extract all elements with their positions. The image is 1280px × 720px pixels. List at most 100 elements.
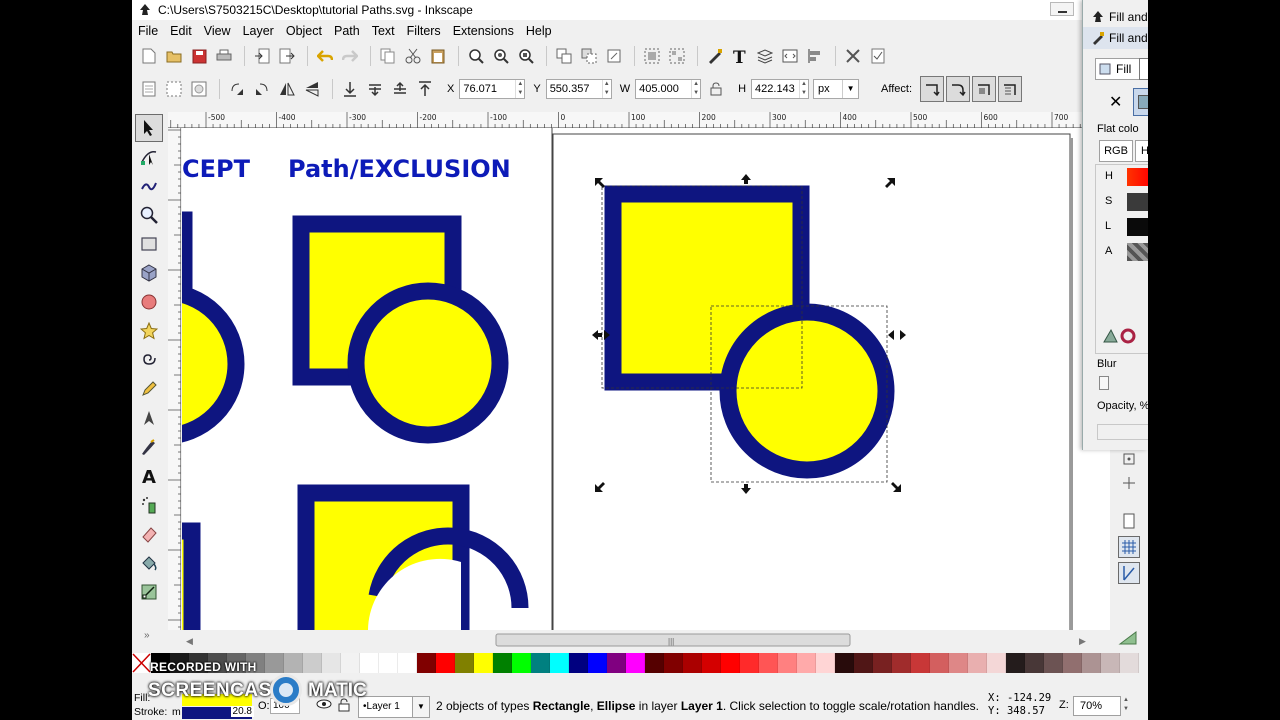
minimize-button[interactable]	[1050, 2, 1074, 16]
layers-dialog-icon[interactable]	[754, 45, 776, 67]
deselect-icon[interactable]	[188, 78, 210, 100]
node-tool-icon[interactable]	[135, 143, 163, 171]
zoom-tool-icon[interactable]	[135, 201, 163, 229]
palette-swatch[interactable]	[968, 653, 987, 673]
example-circle[interactable]	[347, 282, 509, 444]
raise-to-top-icon[interactable]	[414, 78, 436, 100]
fill-indicator[interactable]	[182, 694, 252, 706]
select-all-layers-icon[interactable]	[163, 78, 185, 100]
palette-swatch[interactable]	[1044, 653, 1063, 673]
dialog-title-2[interactable]: Fill and	[1083, 27, 1148, 49]
selected-ellipse[interactable]	[719, 303, 895, 479]
save-icon[interactable]	[188, 45, 210, 67]
pencil-tool-icon[interactable]	[135, 375, 163, 403]
menu-view[interactable]: View	[198, 21, 237, 41]
no-paint-swatch[interactable]	[132, 653, 151, 673]
flat-color-button[interactable]	[1133, 88, 1148, 116]
open-folder-icon[interactable]	[163, 45, 185, 67]
palette-swatch[interactable]	[683, 653, 702, 673]
zoom-selection-icon[interactable]	[465, 45, 487, 67]
palette-swatch[interactable]	[816, 653, 835, 673]
palette-swatch[interactable]	[588, 653, 607, 673]
drawing-canvas[interactable]: CEPT Path/EXCLUSION	[182, 128, 1110, 630]
chevron-down-icon[interactable]: ▼	[412, 696, 430, 718]
tab-hsl[interactable]: H	[1135, 140, 1148, 162]
palette-swatch[interactable]	[721, 653, 740, 673]
layer-lock-icon[interactable]	[338, 698, 350, 715]
copy-icon[interactable]	[377, 45, 399, 67]
snap-grid-icon[interactable]	[1118, 536, 1140, 558]
menu-object[interactable]: Object	[280, 21, 328, 41]
x-input[interactable]: 76.071 ▲ ▼	[459, 79, 526, 99]
export-icon[interactable]	[276, 45, 298, 67]
palette-swatch[interactable]	[930, 653, 949, 673]
unit-select[interactable]: px ▼	[813, 79, 860, 99]
palette-swatch[interactable]	[265, 653, 284, 673]
flip-horizontal-icon[interactable]	[276, 78, 298, 100]
select-all-icon[interactable]	[138, 78, 160, 100]
more-tools-icon[interactable]: »	[144, 630, 150, 641]
palette-swatch[interactable]	[1082, 653, 1101, 673]
palette-swatch[interactable]	[417, 653, 436, 673]
menu-help[interactable]: Help	[520, 21, 558, 41]
h-spinner[interactable]: ▲ ▼	[799, 80, 808, 98]
lightness-slider[interactable]	[1127, 218, 1148, 236]
alpha-slider[interactable]	[1127, 243, 1148, 261]
menu-text[interactable]: Text	[366, 21, 401, 41]
snap-node-icon[interactable]	[1118, 448, 1140, 470]
document-properties-icon[interactable]	[867, 45, 889, 67]
import-icon[interactable]	[251, 45, 273, 67]
palette-swatch[interactable]	[398, 653, 417, 673]
palette-swatch[interactable]	[1025, 653, 1044, 673]
calligraphy-tool-icon[interactable]	[135, 433, 163, 461]
rotate-cw-icon[interactable]	[251, 78, 273, 100]
palette-swatch[interactable]	[531, 653, 550, 673]
palette-swatch[interactable]	[360, 653, 379, 673]
saturation-slider[interactable]	[1127, 193, 1148, 211]
align-dialog-icon[interactable]	[804, 45, 826, 67]
xml-editor-icon[interactable]	[779, 45, 801, 67]
palette-swatch[interactable]	[170, 653, 189, 673]
palette-swatch[interactable]	[607, 653, 626, 673]
text-font-dialog-icon[interactable]: T	[729, 45, 751, 67]
y-spinner[interactable]: ▲ ▼	[601, 80, 611, 98]
text-tool-icon[interactable]: A	[135, 462, 163, 490]
raise-icon[interactable]	[389, 78, 411, 100]
unlink-clone-icon[interactable]	[603, 45, 625, 67]
palette-swatch[interactable]	[151, 653, 170, 673]
eraser-tool-icon[interactable]	[135, 520, 163, 548]
tab-rgb[interactable]: RGB	[1099, 140, 1133, 162]
spray-tool-icon[interactable]	[135, 491, 163, 519]
lower-to-bottom-icon[interactable]	[339, 78, 361, 100]
color-wheel-icon[interactable]	[1103, 328, 1137, 347]
menu-path[interactable]: Path	[328, 21, 366, 41]
group-icon[interactable]	[641, 45, 663, 67]
tweak-tool-icon[interactable]	[135, 172, 163, 200]
new-document-icon[interactable]	[138, 45, 160, 67]
layer-visibility-icon[interactable]	[316, 698, 332, 713]
palette-swatch[interactable]	[1006, 653, 1025, 673]
palette-swatch[interactable]	[208, 653, 227, 673]
palette-swatch[interactable]	[303, 653, 322, 673]
palette-swatch[interactable]	[474, 653, 493, 673]
preferences-icon[interactable]	[842, 45, 864, 67]
no-paint-button[interactable]: ✕	[1109, 92, 1122, 112]
clone-icon[interactable]	[578, 45, 600, 67]
menu-filters[interactable]: Filters	[401, 21, 447, 41]
w-spinner[interactable]: ▲ ▼	[691, 80, 700, 98]
palette-swatch[interactable]	[227, 653, 246, 673]
zoom-page-icon[interactable]	[515, 45, 537, 67]
palette-swatch[interactable]	[1101, 653, 1120, 673]
palette-swatch[interactable]	[797, 653, 816, 673]
rectangle-tool-icon[interactable]	[135, 230, 163, 258]
snap-page-icon[interactable]	[1118, 510, 1140, 532]
left-rectangle-partial-2[interactable]	[182, 522, 201, 630]
flip-vertical-icon[interactable]	[301, 78, 323, 100]
horizontal-scrollbar[interactable]: ◀ ||| ▶	[182, 632, 1094, 648]
dialog-title-1[interactable]: Fill and	[1083, 6, 1148, 28]
affect-stroke-width-toggle[interactable]	[920, 76, 945, 102]
palette-swatch[interactable]	[759, 653, 778, 673]
resize-grip-icon[interactable]	[1118, 630, 1138, 649]
ungroup-icon[interactable]	[666, 45, 688, 67]
cut-icon[interactable]	[402, 45, 424, 67]
